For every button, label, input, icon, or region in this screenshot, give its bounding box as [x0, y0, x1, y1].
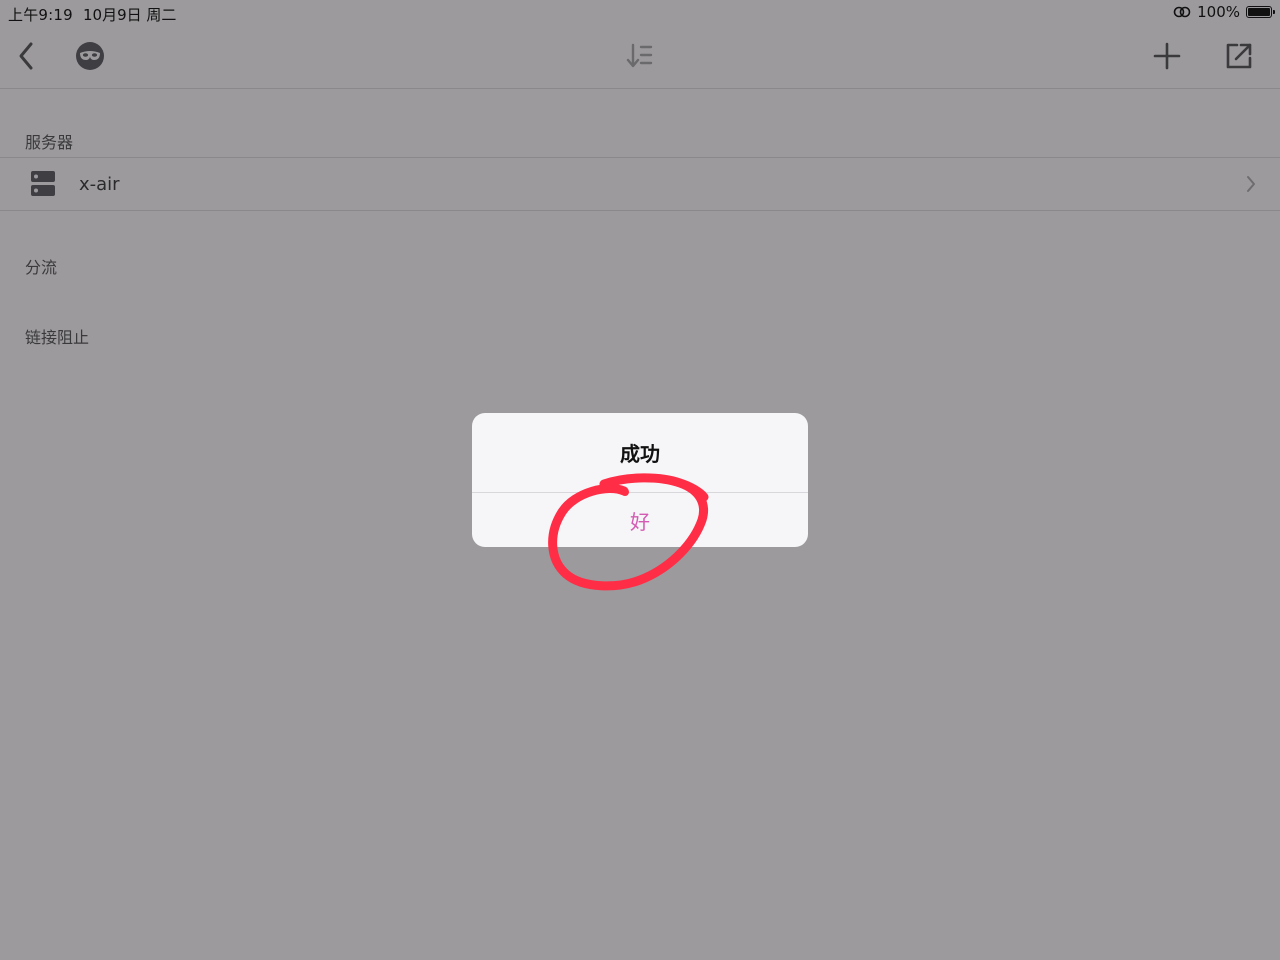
add-button[interactable]	[1146, 38, 1188, 74]
blocking-section-header: 链接阻止	[25, 328, 90, 347]
alert-title: 成功	[620, 442, 660, 466]
status-bar: 上午9:19 10月9日 周二 100%	[0, 0, 1280, 26]
battery-icon	[1246, 6, 1275, 18]
back-button[interactable]	[8, 38, 44, 74]
navigation-bar	[0, 26, 1280, 89]
vpn-link-icon	[1173, 5, 1191, 19]
app-screen: 上午9:19 10月9日 周二 100% 服务器 x-air 分流 链接阻止 成…	[0, 0, 1280, 960]
alert-dialog: 成功 好	[472, 413, 808, 547]
incognito-button[interactable]	[70, 38, 110, 74]
server-icon	[31, 171, 55, 201]
sort-button[interactable]	[620, 38, 660, 74]
server-name: x-air	[79, 174, 120, 195]
routing-section-header: 分流	[25, 258, 58, 277]
servers-section-header: 服务器	[25, 133, 74, 152]
battery-percent: 100%	[1197, 3, 1240, 21]
chevron-left-icon	[19, 42, 33, 70]
incognito-mask-icon	[76, 42, 104, 70]
ok-button-label: 好	[630, 509, 650, 534]
server-row[interactable]: x-air	[0, 157, 1280, 211]
external-link-icon	[1226, 43, 1252, 69]
status-time: 上午9:19	[8, 6, 73, 24]
ok-button[interactable]: 好	[472, 493, 808, 547]
chevron-right-icon	[1246, 175, 1256, 197]
share-button[interactable]	[1218, 38, 1260, 74]
status-date: 10月9日 周二	[83, 6, 177, 24]
sort-icon	[626, 43, 653, 68]
status-indicators: 100%	[1173, 3, 1275, 21]
plus-icon	[1153, 42, 1181, 70]
